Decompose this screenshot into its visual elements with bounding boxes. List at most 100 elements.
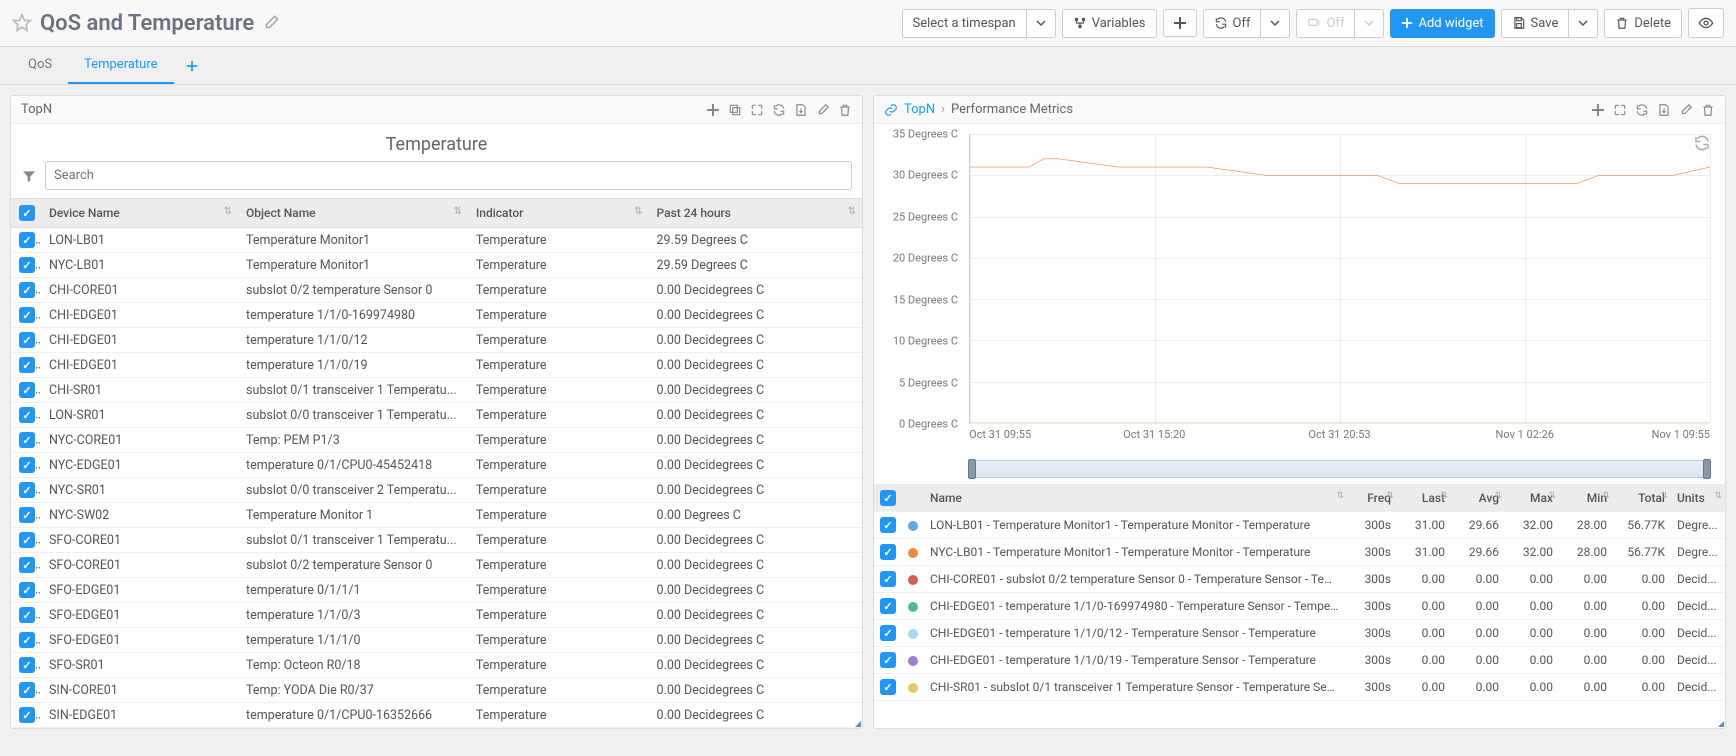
row-checkbox[interactable]: [19, 582, 35, 598]
metrics-row[interactable]: LON-LB01 - Temperature Monitor1 - Temper…: [874, 512, 1725, 539]
row-checkbox[interactable]: [19, 232, 35, 248]
col-header-indicator[interactable]: Indicator⇅: [468, 199, 649, 228]
resize-handle[interactable]: [1713, 716, 1725, 728]
table-row[interactable]: SFO-EDGE01 temperature 0/1/1/1 Temperatu…: [11, 578, 862, 603]
panel-copy-icon[interactable]: [728, 103, 742, 117]
edit-title-icon[interactable]: [262, 14, 280, 32]
panel-refresh-icon[interactable]: [772, 103, 786, 117]
row-checkbox[interactable]: [880, 625, 896, 641]
table-row[interactable]: CHI-EDGE01 temperature 1/1/0/12 Temperat…: [11, 328, 862, 353]
metrics-col-checkbox[interactable]: [874, 485, 902, 512]
tab-temperature[interactable]: Temperature: [68, 47, 173, 84]
table-row[interactable]: SFO-CORE01 subslot 0/2 temperature Senso…: [11, 553, 862, 578]
table-row[interactable]: SFO-EDGE01 temperature 1/1/1/0 Temperatu…: [11, 628, 862, 653]
table-row[interactable]: SIN-EDGE01 temperature 0/1/CPU0-16352666…: [11, 703, 862, 728]
table-row[interactable]: CHI-SR01 subslot 0/1 transceiver 1 Tempe…: [11, 378, 862, 403]
table-row[interactable]: NYC-SW02 Temperature Monitor 1 Temperatu…: [11, 503, 862, 528]
favorite-star-icon[interactable]: [12, 13, 32, 33]
table-row[interactable]: NYC-CORE01 Temp: PEM P1/3 Temperature 0.…: [11, 428, 862, 453]
table-row[interactable]: SFO-SR01 Temp: Octeon R0/18 Temperature …: [11, 653, 862, 678]
panel-add-icon[interactable]: [706, 103, 720, 117]
col-header-past24[interactable]: Past 24 hours⇅: [649, 199, 862, 228]
metrics-col-max[interactable]: Max⇅: [1505, 485, 1559, 512]
tab-qos[interactable]: QoS: [12, 47, 68, 84]
col-header-device[interactable]: Device Name⇅: [41, 199, 238, 228]
add-widget-button[interactable]: Add widget: [1390, 9, 1494, 38]
filter-icon[interactable]: [21, 168, 37, 184]
panel-edit-icon[interactable]: [1679, 103, 1693, 117]
col-header-object[interactable]: Object Name⇅: [238, 199, 468, 228]
header-add-button[interactable]: [1163, 9, 1197, 37]
row-checkbox[interactable]: [19, 382, 35, 398]
row-checkbox[interactable]: [19, 357, 35, 373]
metrics-col-last[interactable]: Last⇅: [1397, 485, 1451, 512]
variables-button[interactable]: Variables: [1062, 9, 1157, 38]
metrics-col-min[interactable]: Min⇅: [1559, 485, 1613, 512]
header-toggle-off-2[interactable]: Off: [1296, 9, 1355, 38]
metrics-col-avg[interactable]: Avg⇅: [1451, 485, 1505, 512]
row-checkbox[interactable]: [880, 652, 896, 668]
row-checkbox[interactable]: [19, 482, 35, 498]
header-toggle-off-1[interactable]: Off: [1203, 9, 1262, 38]
panel-expand-icon[interactable]: [1613, 103, 1627, 117]
panel-delete-icon[interactable]: [1701, 103, 1715, 117]
row-checkbox[interactable]: [19, 707, 35, 723]
header-toggle-off-1-caret[interactable]: [1260, 9, 1290, 38]
row-checkbox[interactable]: [19, 282, 35, 298]
row-checkbox[interactable]: [19, 307, 35, 323]
tab-add-icon[interactable]: [174, 48, 210, 83]
panel-add-icon[interactable]: [1591, 103, 1605, 117]
metrics-col-freq[interactable]: Freq⇅: [1347, 485, 1397, 512]
row-checkbox[interactable]: [19, 607, 35, 623]
table-row[interactable]: NYC-SR01 subslot 0/0 transceiver 2 Tempe…: [11, 478, 862, 503]
row-checkbox[interactable]: [19, 457, 35, 473]
row-checkbox[interactable]: [880, 598, 896, 614]
range-handle-left[interactable]: [968, 459, 976, 479]
table-row[interactable]: LON-LB01 Temperature Monitor1 Temperatur…: [11, 228, 862, 253]
metrics-row[interactable]: CHI-EDGE01 - temperature 1/1/0-169974980…: [874, 593, 1725, 620]
panel-delete-icon[interactable]: [838, 103, 852, 117]
table-row[interactable]: NYC-EDGE01 temperature 0/1/CPU0-45452418…: [11, 453, 862, 478]
table-row[interactable]: SFO-CORE01 subslot 0/1 transceiver 1 Tem…: [11, 528, 862, 553]
save-button[interactable]: Save: [1501, 9, 1570, 38]
table-row[interactable]: SIN-CORE01 Temp: YODA Die R0/37 Temperat…: [11, 678, 862, 703]
panel-refresh-icon[interactable]: [1635, 103, 1649, 117]
table-row[interactable]: CHI-EDGE01 temperature 1/1/0/19 Temperat…: [11, 353, 862, 378]
delete-button[interactable]: Delete: [1604, 9, 1682, 38]
row-checkbox[interactable]: [19, 532, 35, 548]
col-header-checkbox[interactable]: [11, 199, 41, 228]
table-row[interactable]: CHI-EDGE01 temperature 1/1/0-169974980 T…: [11, 303, 862, 328]
preview-eye-button[interactable]: [1688, 8, 1724, 38]
search-input[interactable]: [45, 161, 852, 190]
header-toggle-off-2-caret[interactable]: [1354, 9, 1384, 38]
metrics-row[interactable]: CHI-SR01 - subslot 0/1 transceiver 1 Tem…: [874, 674, 1725, 701]
table-row[interactable]: SFO-EDGE01 temperature 1/1/0/3 Temperatu…: [11, 603, 862, 628]
row-checkbox[interactable]: [880, 571, 896, 587]
metrics-col-units[interactable]: Units⇅: [1671, 485, 1725, 512]
row-checkbox[interactable]: [19, 332, 35, 348]
select-timespan-button[interactable]: Select a timespan: [902, 9, 1027, 38]
range-handle-right[interactable]: [1703, 459, 1711, 479]
row-checkbox[interactable]: [19, 632, 35, 648]
save-button-caret[interactable]: [1568, 9, 1598, 38]
table-row[interactable]: CHI-CORE01 subslot 0/2 temperature Senso…: [11, 278, 862, 303]
table-row[interactable]: NYC-LB01 Temperature Monitor1 Temperatur…: [11, 253, 862, 278]
row-checkbox[interactable]: [19, 257, 35, 273]
panel-export-icon[interactable]: [794, 103, 808, 117]
row-checkbox[interactable]: [19, 682, 35, 698]
row-checkbox[interactable]: [880, 517, 896, 533]
row-checkbox[interactable]: [880, 679, 896, 695]
checkbox-all-metrics[interactable]: [880, 490, 896, 506]
metrics-row[interactable]: NYC-LB01 - Temperature Monitor1 - Temper…: [874, 539, 1725, 566]
chart-plot[interactable]: [969, 134, 1710, 424]
row-checkbox[interactable]: [19, 407, 35, 423]
metrics-col-total[interactable]: Total⇅: [1613, 485, 1671, 512]
breadcrumb-root[interactable]: TopN: [904, 102, 935, 117]
panel-export-icon[interactable]: [1657, 103, 1671, 117]
row-checkbox[interactable]: [19, 507, 35, 523]
panel-expand-icon[interactable]: [750, 103, 764, 117]
metrics-row[interactable]: CHI-EDGE01 - temperature 1/1/0/12 - Temp…: [874, 620, 1725, 647]
metrics-row[interactable]: CHI-EDGE01 - temperature 1/1/0/19 - Temp…: [874, 647, 1725, 674]
metrics-row[interactable]: CHI-CORE01 - subslot 0/2 temperature Sen…: [874, 566, 1725, 593]
metrics-col-name[interactable]: Name⇅: [924, 485, 1347, 512]
